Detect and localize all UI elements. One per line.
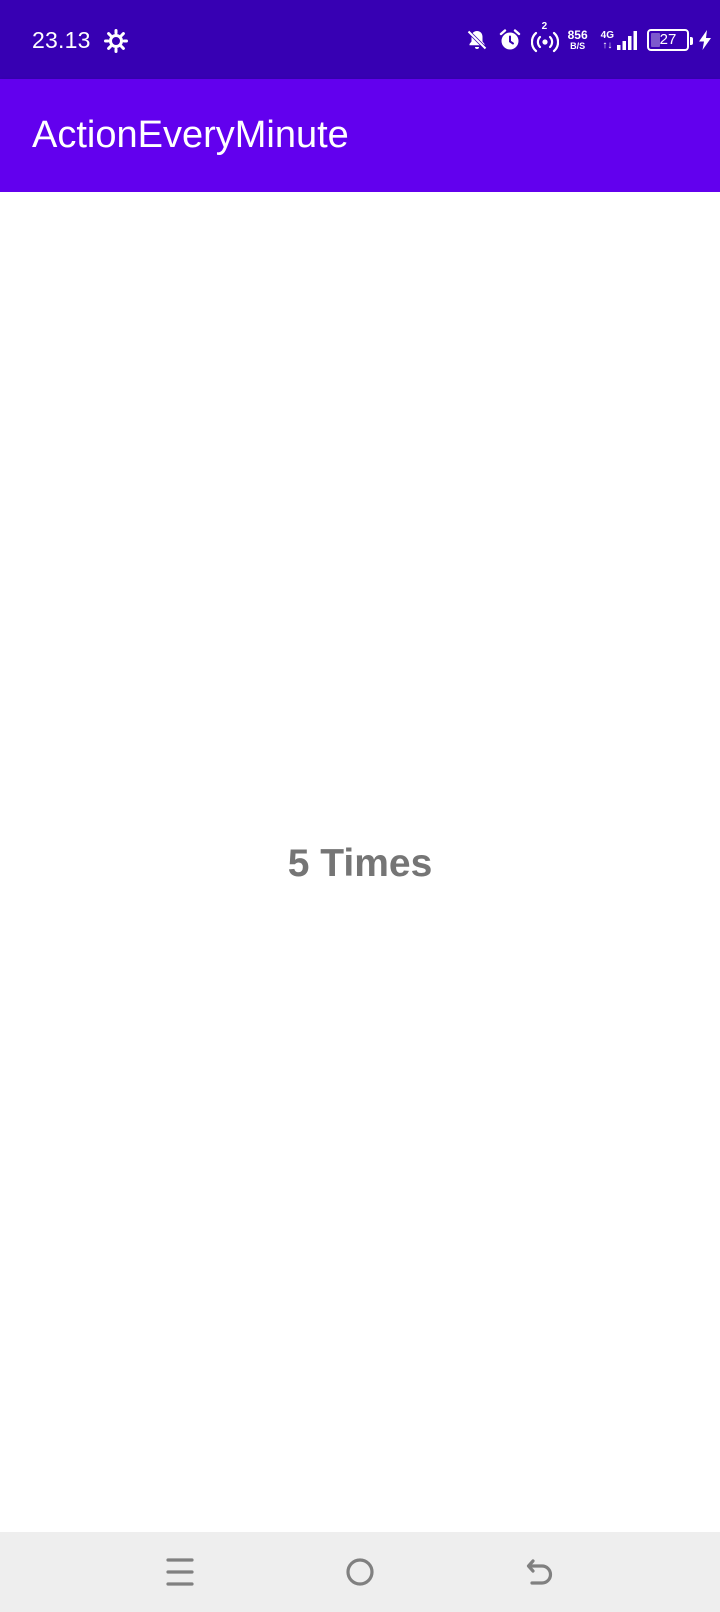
notification-off-icon (466, 30, 487, 50)
navigation-bar (0, 1532, 720, 1612)
app-bar: ActionEveryMinute (0, 79, 720, 192)
back-icon (526, 1559, 553, 1585)
app-title: ActionEveryMinute (32, 114, 349, 156)
menu-icon (166, 1558, 194, 1586)
home-icon (346, 1558, 374, 1586)
network-indicator: 4G ↑↓ (601, 29, 638, 51)
recents-button[interactable] (160, 1552, 200, 1592)
net-speed-unit: B/S (570, 41, 586, 51)
battery-level: 27 (659, 31, 677, 48)
main-content: 5 Times (0, 192, 720, 1532)
signal-icon (617, 31, 637, 50)
net-speed: 856 B/S (568, 29, 588, 51)
status-time: 23.13 (32, 27, 91, 53)
network-label: 4G ↑↓ (601, 31, 614, 51)
status-icons: 2 856 B/S 4G ↑↓ 27 (465, 21, 712, 56)
alarm-icon (499, 29, 520, 50)
hotspot-indicator: 2 (530, 21, 559, 53)
gear-icon (104, 29, 128, 53)
status-bar: 23.13 2 856 B/S 4G ↑↓ 27 (0, 0, 720, 79)
network-arrows: ↑↓ (602, 40, 613, 51)
battery-icon: 27 (647, 29, 693, 51)
home-button[interactable] (340, 1552, 380, 1592)
charging-icon (699, 30, 711, 50)
counter-text: 5 Times (287, 842, 433, 885)
net-speed-value: 856 (567, 28, 588, 42)
back-button[interactable] (520, 1552, 560, 1592)
hotspot-count: 2 (541, 21, 548, 32)
